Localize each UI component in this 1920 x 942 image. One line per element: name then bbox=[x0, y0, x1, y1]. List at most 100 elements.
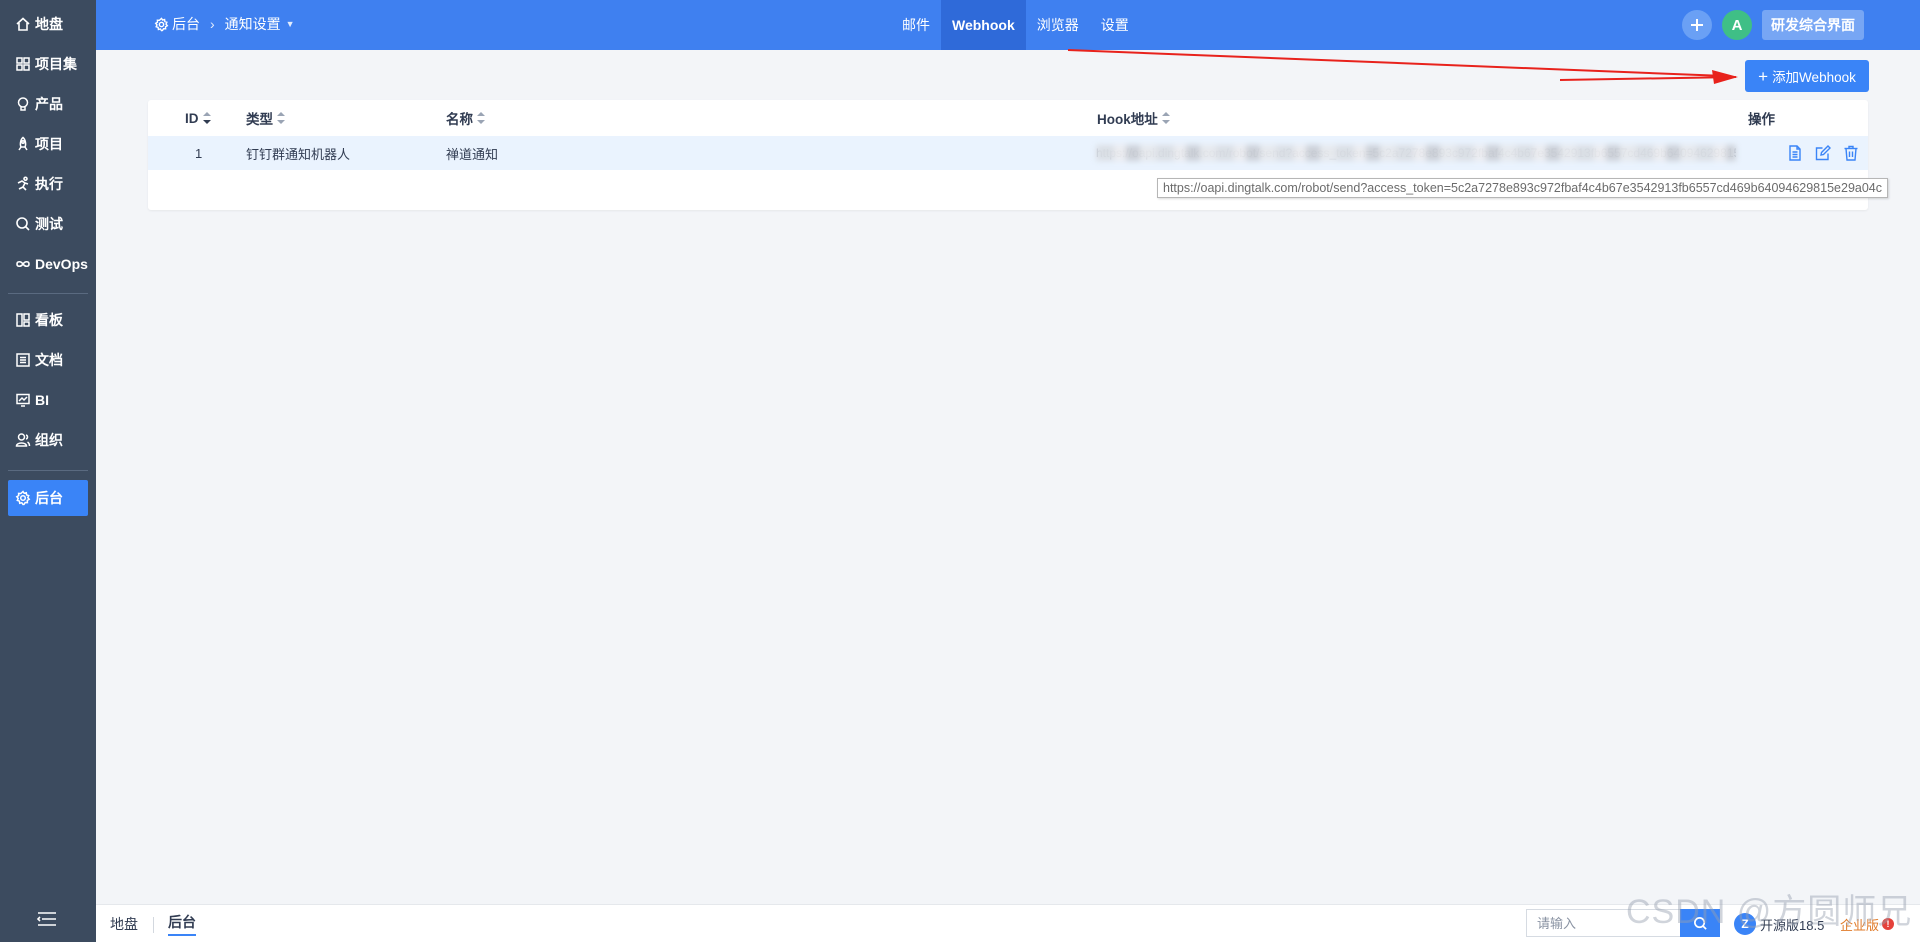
document-icon bbox=[14, 351, 32, 369]
cell-name: 禅道通知 bbox=[446, 146, 499, 162]
add-webhook-label: 添加Webhook bbox=[1772, 70, 1856, 85]
breadcrumb-admin[interactable]: 后台 bbox=[154, 14, 200, 34]
sidebar-divider bbox=[8, 470, 88, 471]
sidebar-item-bi[interactable]: BI bbox=[8, 382, 88, 418]
sidebar-item-dashboard[interactable]: 地盘 bbox=[8, 6, 88, 42]
column-label: 名称 bbox=[446, 112, 473, 127]
row-actions bbox=[1784, 136, 1862, 170]
table-row[interactable]: 1 钉钉群通知机器人 禅道通知 https://oapi.dingtalk.co… bbox=[148, 136, 1868, 170]
header-actions: A 研发综合界面 bbox=[1682, 10, 1864, 40]
sort-icon[interactable] bbox=[1161, 112, 1170, 124]
footer-crumb-label: 地盘 bbox=[110, 916, 138, 932]
switch-view-button[interactable]: 研发综合界面 bbox=[1762, 10, 1864, 40]
sort-icon[interactable] bbox=[202, 112, 211, 124]
cell-url-blurred bbox=[1096, 145, 1736, 161]
gear-icon bbox=[14, 489, 32, 507]
tab-settings[interactable]: 设置 bbox=[1090, 0, 1140, 50]
sidebar-item-label: 产品 bbox=[35, 96, 63, 112]
add-webhook-button[interactable]: + 添加Webhook bbox=[1745, 60, 1869, 92]
tab-browser[interactable]: 浏览器 bbox=[1026, 0, 1090, 50]
footer-crumb-dashboard[interactable]: 地盘 bbox=[110, 905, 138, 942]
sidebar-item-label: 测试 bbox=[35, 216, 63, 232]
sidebar: 地盘 项目集 产品 项目 执行 测试 DevOps 看板 文档 BI 组织 后台 bbox=[0, 0, 96, 942]
delete-button[interactable] bbox=[1840, 142, 1862, 164]
sidebar-item-label: 文档 bbox=[35, 352, 63, 368]
caret-down-icon: ▼ bbox=[285, 19, 295, 29]
tab-webhook[interactable]: Webhook bbox=[941, 0, 1026, 50]
edit-button[interactable] bbox=[1812, 142, 1834, 164]
plus-icon: + bbox=[1758, 66, 1769, 86]
breadcrumb-admin-label: 后台 bbox=[172, 16, 200, 32]
gear-icon bbox=[154, 16, 169, 31]
quick-create-button[interactable] bbox=[1682, 10, 1712, 40]
column-label: 操作 bbox=[1748, 112, 1775, 127]
zentao-logo-icon: Z bbox=[1734, 913, 1756, 935]
avatar[interactable]: A bbox=[1722, 10, 1752, 40]
footer-crumb-label: 后台 bbox=[168, 912, 196, 936]
edit-icon bbox=[1815, 145, 1831, 161]
rocket-icon bbox=[14, 135, 32, 153]
sidebar-item-execution[interactable]: 执行 bbox=[8, 166, 88, 202]
search-icon bbox=[1693, 916, 1707, 930]
sidebar-item-product[interactable]: 产品 bbox=[8, 86, 88, 122]
top-header: 后台 › 通知设置 ▼ 邮件 Webhook 浏览器 设置 A 研发综合界面 bbox=[96, 0, 1920, 50]
version-label: 开源版18.5 bbox=[1760, 917, 1825, 933]
chevron-right-icon: › bbox=[210, 16, 215, 32]
sidebar-item-project[interactable]: 项目 bbox=[8, 126, 88, 162]
column-header-actions: 操作 bbox=[1748, 100, 1775, 136]
sidebar-item-label: 看板 bbox=[35, 312, 63, 328]
cell-id: 1 bbox=[195, 145, 203, 161]
sidebar-item-program[interactable]: 项目集 bbox=[8, 46, 88, 82]
upgrade-edition-link[interactable]: 企业版 ! bbox=[1840, 905, 1895, 942]
sidebar-item-label: 项目集 bbox=[35, 56, 77, 72]
run-icon bbox=[14, 175, 32, 193]
notify-tabs: 邮件 Webhook 浏览器 设置 bbox=[891, 0, 1140, 50]
sidebar-item-qa[interactable]: 测试 bbox=[8, 206, 88, 242]
sidebar-divider bbox=[8, 293, 88, 294]
collapse-menu-icon[interactable] bbox=[36, 910, 58, 928]
footer-crumb-admin[interactable]: 后台 bbox=[168, 905, 196, 942]
column-label: ID bbox=[185, 110, 199, 126]
home-icon bbox=[14, 15, 32, 33]
column-label: 类型 bbox=[246, 112, 273, 127]
sidebar-item-label: 项目 bbox=[35, 136, 63, 152]
tab-mail[interactable]: 邮件 bbox=[891, 0, 941, 50]
infinity-icon bbox=[14, 255, 32, 273]
document-icon bbox=[1789, 145, 1801, 161]
people-icon bbox=[14, 431, 32, 449]
footer-bar: 地盘 后台 Z 开源版18.5 企业版 ! bbox=[96, 904, 1920, 942]
sidebar-item-label: 执行 bbox=[35, 176, 63, 192]
plus-icon bbox=[1691, 19, 1703, 31]
chart-screen-icon bbox=[14, 391, 32, 409]
sidebar-item-doc[interactable]: 文档 bbox=[8, 342, 88, 378]
sidebar-item-label: DevOps bbox=[35, 256, 88, 272]
alert-badge: ! bbox=[1882, 918, 1895, 930]
sidebar-item-org[interactable]: 组织 bbox=[8, 422, 88, 458]
trash-icon bbox=[1844, 145, 1858, 161]
column-header-id[interactable]: ID bbox=[185, 100, 211, 136]
kanban-icon bbox=[14, 311, 32, 329]
column-header-url[interactable]: Hook地址 bbox=[1097, 100, 1170, 136]
search-button[interactable] bbox=[1680, 909, 1720, 937]
sidebar-item-devops[interactable]: DevOps bbox=[8, 246, 88, 282]
breadcrumb-current-label: 通知设置 bbox=[224, 16, 281, 32]
version-info[interactable]: Z 开源版18.5 bbox=[1734, 905, 1824, 942]
breadcrumb: 后台 › 通知设置 ▼ bbox=[154, 0, 295, 48]
sidebar-item-label: 地盘 bbox=[35, 16, 63, 32]
sidebar-item-label: BI bbox=[35, 392, 49, 408]
column-header-type[interactable]: 类型 bbox=[246, 100, 285, 136]
column-header-name[interactable]: 名称 bbox=[446, 100, 485, 136]
column-label: Hook地址 bbox=[1097, 112, 1158, 127]
sidebar-item-label: 后台 bbox=[35, 490, 63, 506]
grid-icon bbox=[14, 55, 32, 73]
breadcrumb-notify-settings[interactable]: 通知设置 ▼ bbox=[225, 14, 295, 34]
sidebar-item-label: 组织 bbox=[35, 432, 63, 448]
view-button[interactable] bbox=[1784, 142, 1806, 164]
edition-label: 企业版 bbox=[1840, 917, 1880, 933]
sort-icon[interactable] bbox=[277, 112, 285, 124]
lightbulb-icon bbox=[14, 95, 32, 113]
sort-icon[interactable] bbox=[477, 112, 485, 124]
sidebar-item-kanban[interactable]: 看板 bbox=[8, 302, 88, 338]
sidebar-item-admin[interactable]: 后台 bbox=[8, 480, 88, 516]
search-input[interactable] bbox=[1526, 909, 1680, 937]
